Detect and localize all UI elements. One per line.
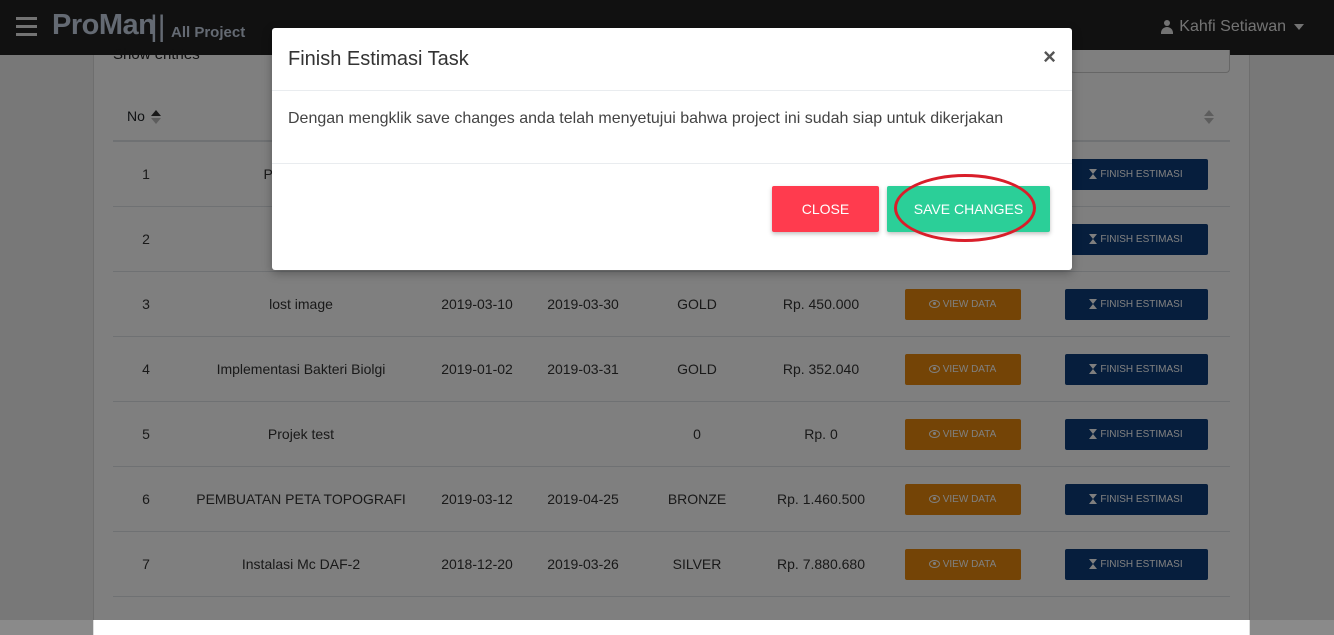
save-changes-button[interactable]: SAVE CHANGES: [887, 186, 1050, 232]
close-icon[interactable]: ×: [1043, 44, 1056, 70]
modal-body: Dengan mengklik save changes anda telah …: [272, 91, 1072, 164]
modal-header: Finish Estimasi Task ×: [272, 28, 1072, 91]
modal-message: Dengan mengklik save changes anda telah …: [288, 110, 1004, 127]
finish-estimasi-modal: Finish Estimasi Task × Dengan mengklik s…: [272, 28, 1072, 270]
close-button[interactable]: CLOSE: [772, 186, 879, 232]
modal-title: Finish Estimasi Task: [288, 48, 469, 70]
